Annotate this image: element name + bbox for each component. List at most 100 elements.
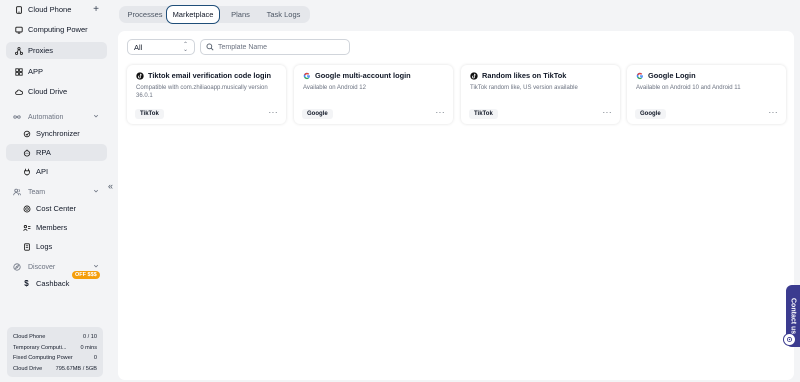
sidebar-item-label: Computing Power xyxy=(28,25,88,34)
stat-label: Fixed Computing Power xyxy=(13,355,73,362)
google-icon xyxy=(636,72,644,80)
sidebar-item-cloud-phone[interactable]: Cloud Phone + xyxy=(6,1,107,18)
tab-processes[interactable]: Processes xyxy=(123,6,167,23)
tiktok-icon xyxy=(470,71,478,80)
users-icon xyxy=(13,188,24,196)
group-label: Team xyxy=(28,188,46,196)
card-description: Available on Android 10 and Android 11 xyxy=(636,85,741,91)
card-tag: Google xyxy=(635,109,666,119)
contact-us-label: Contact us xyxy=(789,297,797,335)
sidebar-item-api[interactable]: API xyxy=(6,163,107,180)
stat-label: Cloud Phone xyxy=(13,334,46,341)
sidebar: Cloud Phone + Computing Power Proxies AP… xyxy=(0,0,113,382)
document-icon xyxy=(21,242,32,251)
card-tag: TikTok xyxy=(469,109,498,119)
sidebar-item-computing-power[interactable]: Computing Power xyxy=(6,21,107,38)
compass-icon xyxy=(13,263,24,271)
card-description: TikTok random like, US version available xyxy=(470,85,578,91)
chevron-down-icon xyxy=(93,188,99,196)
tab-marketplace[interactable]: Marketplace xyxy=(166,5,220,24)
card-title: Tiktok email verification code login xyxy=(136,71,280,80)
sidebar-item-members[interactable]: Members xyxy=(6,219,107,236)
card-tag: Google xyxy=(302,109,333,119)
stat-value: 795.67MB / 5GB xyxy=(55,365,97,372)
sidebar-item-app[interactable]: APP xyxy=(6,63,107,80)
phone-icon xyxy=(13,5,24,14)
card-title-text: Google Login xyxy=(648,71,696,80)
more-options-icon[interactable]: ··· xyxy=(436,108,446,117)
google-icon xyxy=(303,72,311,80)
sort-icon: ⌃ ⌄ xyxy=(182,42,188,53)
category-select[interactable]: All ⌃ ⌄ xyxy=(127,39,195,55)
coin-icon xyxy=(21,205,32,213)
card-description: Compatible with com.zhiliaoapp.musically… xyxy=(136,85,268,99)
sidebar-item-label: Cloud Phone xyxy=(28,5,72,14)
sidebar-item-rpa[interactable]: RPA xyxy=(6,144,107,161)
select-value: All xyxy=(134,42,143,52)
cloud-icon xyxy=(13,88,24,96)
card-description: Available on Android 12 xyxy=(303,85,366,91)
group-team[interactable]: Team xyxy=(6,185,107,199)
plug-icon xyxy=(21,168,32,176)
more-options-icon[interactable]: ··· xyxy=(269,108,279,117)
sidebar-item-label: APP xyxy=(28,67,44,76)
chevron-down-icon xyxy=(93,263,99,271)
card-title: Google multi-account login xyxy=(303,71,447,80)
promo-badge: OFF $$$ xyxy=(72,271,100,279)
template-card[interactable]: Random likes on TikTok TikTok random lik… xyxy=(461,65,620,124)
template-card[interactable]: Tiktok email verification code login Com… xyxy=(127,65,286,124)
infinity-icon xyxy=(13,113,24,121)
sidebar-item-label: Logs xyxy=(36,242,53,251)
stat-value: 0 xyxy=(93,355,97,362)
search-icon xyxy=(206,43,218,51)
sidebar-item-proxies[interactable]: Proxies xyxy=(6,42,107,59)
support-icon[interactable] xyxy=(783,333,796,346)
tiktok-icon xyxy=(136,71,144,80)
card-title-text: Tiktok email verification code login xyxy=(148,71,272,80)
stat-label: Cloud Drive xyxy=(13,365,43,372)
tab-task-logs[interactable]: Task Logs xyxy=(260,6,307,23)
sidebar-item-label: Members xyxy=(36,223,68,232)
sync-icon xyxy=(21,130,32,138)
sidebar-item-label: Proxies xyxy=(28,46,54,55)
sidebar-item-label: Cashback xyxy=(36,279,70,288)
sidebar-item-label: Synchronizer xyxy=(36,129,80,138)
card-title-text: Google multi-account login xyxy=(315,71,411,80)
more-options-icon[interactable]: ··· xyxy=(603,108,613,117)
chevron-down-icon xyxy=(93,113,99,121)
stat-row: Cloud Phone 0 / 10 xyxy=(13,332,97,343)
tab-plans[interactable]: Plans xyxy=(224,6,257,23)
stat-label: Temporary Computi... xyxy=(13,344,67,351)
group-label: Discover xyxy=(28,263,56,271)
search-input[interactable] xyxy=(218,43,338,51)
card-title: Random likes on TikTok xyxy=(470,71,614,80)
member-list-icon xyxy=(21,224,32,232)
sidebar-item-label: Cost Center xyxy=(36,204,77,213)
sidebar-item-label: API xyxy=(36,167,49,176)
card-title: Google Login xyxy=(636,71,780,80)
template-card[interactable]: Google multi-account login Available on … xyxy=(294,65,453,124)
stat-row: Fixed Computing Power 0 xyxy=(13,353,97,364)
template-card[interactable]: Google Login Available on Android 10 and… xyxy=(627,65,786,124)
grid-icon xyxy=(13,67,24,76)
usage-panel: Cloud Phone 0 / 10 Temporary Computi... 0 … xyxy=(7,327,103,377)
group-automation[interactable]: Automation xyxy=(6,110,107,124)
dollar-icon: $ xyxy=(24,279,29,288)
search-box[interactable] xyxy=(200,39,350,55)
collapse-sidebar-icon[interactable]: « xyxy=(108,181,113,191)
stat-value: 0 / 10 xyxy=(83,334,97,341)
monitor-icon xyxy=(13,26,24,34)
sidebar-item-logs[interactable]: Logs xyxy=(6,238,107,255)
sidebar-item-cost-center[interactable]: Cost Center xyxy=(6,200,107,217)
sidebar-item-cloud-drive[interactable]: Cloud Drive xyxy=(6,83,107,100)
sidebar-item-cashback[interactable]: $ Cashback OFF $$$ xyxy=(6,271,107,292)
robot-icon xyxy=(21,149,32,157)
tab-bar: Processes Marketplace Plans Task Logs xyxy=(119,5,310,24)
group-label: Automation xyxy=(28,113,64,121)
main-panel: All ⌃⌄ Tiktok email verification code lo… xyxy=(118,31,794,380)
add-phone-button[interactable]: + xyxy=(93,4,99,15)
stat-row: Cloud Drive 795.67MB / 5GB xyxy=(13,364,97,375)
stat-row: Temporary Computi... 0 mins xyxy=(13,343,97,354)
more-options-icon[interactable]: ··· xyxy=(769,108,779,117)
sidebar-item-synchronizer[interactable]: Synchronizer xyxy=(6,125,107,142)
